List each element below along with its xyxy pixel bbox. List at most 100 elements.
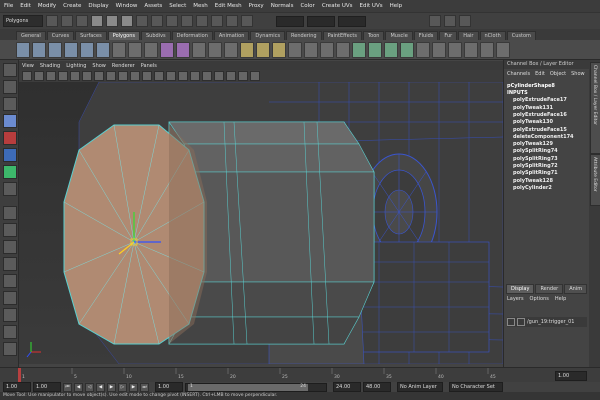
step-back-key-icon[interactable]: ◀ [74, 382, 83, 392]
manipulator-tool-icon[interactable] [3, 165, 17, 179]
rotate-tool-icon[interactable] [3, 131, 17, 145]
tab-deformation[interactable]: Deformation [171, 31, 213, 40]
tab-surfaces[interactable]: Surfaces [75, 31, 107, 40]
input-node[interactable]: polyExtrudeFace16 [507, 112, 587, 119]
menu-display[interactable]: Display [88, 3, 108, 9]
select-tool-icon[interactable] [3, 63, 17, 77]
time-slider[interactable]: 1 5 10 15 20 25 30 35 40 45 1.00 [0, 367, 600, 383]
merge-icon[interactable] [256, 41, 270, 58]
tab-animation[interactable]: Animation [213, 31, 250, 40]
poly-cylinder-icon[interactable] [48, 41, 62, 58]
input-node[interactable]: polyTweak130 [507, 119, 587, 126]
hypershade-layout-icon[interactable] [3, 274, 17, 288]
panel-menu-lighting[interactable]: Lighting [66, 63, 86, 69]
cylinder-mesh[interactable] [63, 121, 375, 345]
custom-layout-icon[interactable] [3, 308, 17, 322]
poly-torus-icon[interactable] [96, 41, 110, 58]
snap-curve-icon[interactable] [151, 15, 163, 27]
go-to-end-icon[interactable]: ⏭ [140, 382, 149, 392]
tab-muscle[interactable]: Muscle [385, 31, 413, 40]
range-handle[interactable]: 1 24 [188, 383, 308, 391]
cb-menu-object[interactable]: Object [550, 71, 566, 77]
isolate-select-icon[interactable] [238, 71, 248, 81]
select-object-icon[interactable] [106, 15, 118, 27]
reverse-normals-icon[interactable] [304, 41, 318, 58]
select-component-icon[interactable] [121, 15, 133, 27]
tab-fur[interactable]: Fur [439, 31, 458, 40]
end-time-field[interactable]: 48.00 [363, 382, 391, 392]
step-forward-frame-icon[interactable]: ▷ [118, 382, 127, 392]
menu-file[interactable]: File [4, 3, 13, 9]
input-node[interactable]: deleteComponent174 [507, 134, 587, 141]
input-node[interactable]: polyTweak128 [507, 178, 587, 185]
smooth-icon[interactable] [144, 41, 158, 58]
show-tool-settings-icon[interactable] [459, 15, 471, 27]
tab-attribute-editor[interactable]: Attribute Editor [590, 154, 600, 206]
current-frame-field[interactable]: 1.00 [555, 371, 587, 381]
image-plane-icon[interactable] [58, 71, 68, 81]
paint-select-tool-icon[interactable] [3, 97, 17, 111]
field-chart-icon[interactable] [118, 71, 128, 81]
cb-menu-show[interactable]: Show [571, 71, 585, 77]
step-back-frame-icon[interactable]: ◁ [85, 382, 94, 392]
panel-menu-view[interactable]: View [22, 63, 34, 69]
split-polygon-icon[interactable] [208, 41, 222, 58]
persp-outliner-layout-icon[interactable] [3, 240, 17, 254]
scale-tool-icon[interactable] [3, 148, 17, 162]
hypershade-icon[interactable] [432, 41, 446, 58]
render-settings-icon[interactable] [241, 15, 253, 27]
tab-anim[interactable]: Anim [564, 284, 588, 294]
input-node[interactable]: polySplitRing73 [507, 156, 587, 163]
layer-menu-options[interactable]: Options [530, 296, 549, 302]
custom-layout-2-icon[interactable] [3, 325, 17, 339]
four-view-layout-icon[interactable] [3, 223, 17, 237]
tab-curves[interactable]: Curves [46, 31, 75, 40]
harden-edge-icon[interactable] [336, 41, 350, 58]
panel-menu-show[interactable]: Show [92, 63, 106, 69]
insert-edge-loop-icon[interactable] [224, 41, 238, 58]
persp-graph-layout-icon[interactable] [3, 257, 17, 271]
input-field-2[interactable] [307, 15, 335, 27]
xray-icon[interactable] [226, 71, 236, 81]
safe-action-icon[interactable] [130, 71, 140, 81]
tab-subdivs[interactable]: Subdivs [141, 31, 171, 40]
tab-custom[interactable]: Custom [506, 31, 536, 40]
outliner-layout-icon[interactable] [3, 291, 17, 305]
input-node[interactable]: polyTweak129 [507, 141, 587, 148]
boolean-icon[interactable] [464, 41, 478, 58]
play-back-icon[interactable]: ◀ [96, 382, 105, 392]
menu-mesh[interactable]: Mesh [193, 3, 207, 9]
layer-menu-help[interactable]: Help [555, 296, 566, 302]
tab-general[interactable]: General [16, 31, 46, 40]
move-tool-icon[interactable] [3, 114, 17, 128]
cb-menu-channels[interactable]: Channels [507, 71, 530, 77]
layer-menu-layers[interactable]: Layers [507, 296, 524, 302]
grid-icon[interactable] [70, 71, 80, 81]
template-toggle[interactable] [517, 318, 525, 326]
tab-render[interactable]: Render [535, 284, 564, 294]
input-field[interactable] [276, 15, 304, 27]
snap-surface-icon[interactable] [181, 15, 193, 27]
display-layer-row[interactable]: /gun_19:trigger_01 [507, 317, 587, 327]
start-time-field[interactable]: 1.00 [3, 382, 31, 392]
show-attribute-editor-icon[interactable] [444, 15, 456, 27]
safe-title-icon[interactable] [142, 71, 152, 81]
tab-display[interactable]: Display [506, 284, 535, 294]
anim-layer-dropdown[interactable]: No Anim Layer [397, 382, 443, 392]
camera-attributes-icon[interactable] [34, 71, 44, 81]
triangulate-icon[interactable] [480, 41, 494, 58]
uv-editor-icon[interactable] [416, 41, 430, 58]
go-to-start-icon[interactable]: ⏮ [63, 382, 72, 392]
append-polygon-icon[interactable] [192, 41, 206, 58]
input-field-3[interactable] [338, 15, 366, 27]
input-node[interactable]: polySplitRing72 [507, 163, 587, 170]
perspective-viewport[interactable] [19, 82, 503, 364]
menu-edit-mesh[interactable]: Edit Mesh [215, 3, 242, 9]
menu-proxy[interactable]: Proxy [249, 3, 264, 9]
gate-mask-icon[interactable] [106, 71, 116, 81]
lasso-tool-icon[interactable] [3, 80, 17, 94]
custom-layout-3-icon[interactable] [3, 342, 17, 356]
input-node[interactable]: polyCylinder2 [507, 185, 587, 192]
high-quality-icon[interactable] [250, 71, 260, 81]
bookmark-icon[interactable] [46, 71, 56, 81]
